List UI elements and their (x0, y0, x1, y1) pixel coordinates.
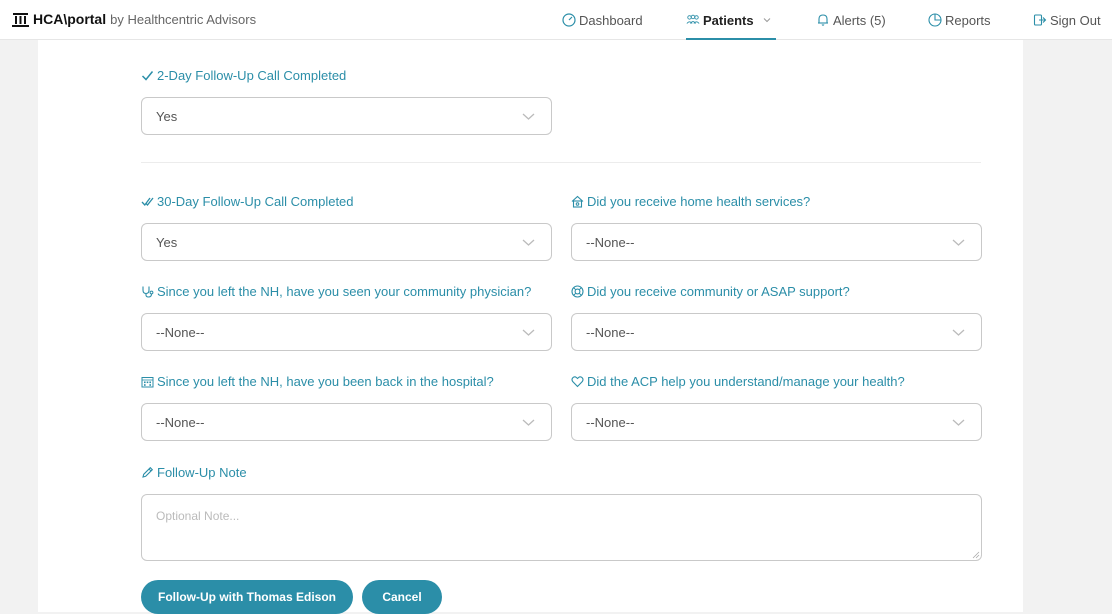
two-day-call-select[interactable]: Yes (141, 97, 552, 135)
home-health-label-text: Did you receive home health services? (587, 194, 811, 209)
thirty-day-call-label-text: 30-Day Follow-Up Call Completed (157, 194, 354, 209)
hospital-label-text: Since you left the NH, have you been bac… (157, 374, 494, 389)
community-support-label: Did you receive community or ASAP suppor… (571, 284, 850, 299)
nav-dashboard-label: Dashboard (579, 12, 643, 28)
thirty-day-call-value: Yes (156, 234, 178, 250)
checkmark-icon (141, 71, 154, 81)
thirty-day-call-select[interactable]: Yes (141, 223, 552, 261)
nav-alerts[interactable]: Alerts (5) (816, 0, 886, 40)
follow-up-note-label-text: Follow-Up Note (157, 465, 247, 480)
community-support-label-text: Did you receive community or ASAP suppor… (587, 284, 850, 299)
home-health-select[interactable]: --None-- (571, 223, 982, 261)
acp-select[interactable]: --None-- (571, 403, 982, 441)
community-support-select[interactable]: --None-- (571, 313, 982, 351)
two-day-call-label: 2-Day Follow-Up Call Completed (141, 68, 346, 83)
building-logo-icon (12, 12, 29, 27)
lifebuoy-icon (571, 285, 584, 298)
acp-label: Did the ACP help you understand/manage y… (571, 374, 905, 389)
double-check-icon (141, 197, 154, 207)
physician-label: Since you left the NH, have you seen you… (141, 284, 531, 299)
hospital-label: Since you left the NH, have you been bac… (141, 374, 494, 389)
chevron-down-icon (522, 329, 535, 336)
chevron-down-icon (763, 18, 770, 23)
nav-dashboard[interactable]: Dashboard (562, 0, 643, 40)
cancel-button[interactable]: Cancel (362, 580, 442, 614)
brand-name: HCA\portal (33, 11, 107, 27)
sign-out-icon (1033, 14, 1047, 26)
nav-sign-out-label: Sign Out (1050, 12, 1101, 28)
nav-reports[interactable]: Reports (928, 0, 991, 40)
physician-label-text: Since you left the NH, have you seen you… (157, 284, 532, 299)
home-icon (571, 195, 584, 208)
hospital-icon (141, 377, 154, 388)
brand-tagline: by Healthcentric Advisors (110, 11, 257, 27)
follow-up-note-textarea[interactable] (141, 494, 982, 561)
bell-icon (818, 14, 828, 26)
chevron-down-icon (522, 113, 535, 120)
chevron-down-icon (952, 419, 965, 426)
patients-group-icon (686, 14, 700, 24)
section-divider (141, 162, 981, 163)
top-navbar: HCA\portal by Healthcentric Advisors Das… (0, 0, 1112, 40)
home-health-value: --None-- (586, 234, 635, 250)
hospital-value: --None-- (156, 414, 205, 430)
follow-up-note-label: Follow-Up Note (141, 465, 247, 480)
follow-up-submit-button[interactable]: Follow-Up with Thomas Edison (141, 580, 353, 614)
pencil-icon (142, 466, 154, 478)
home-health-label: Did you receive home health services? (571, 194, 810, 209)
thirty-day-call-label: 30-Day Follow-Up Call Completed (141, 194, 354, 209)
nav-patients-label: Patients (703, 12, 754, 28)
follow-up-form-panel: 2-Day Follow-Up Call Completed Yes 30-Da… (38, 40, 1023, 614)
two-day-call-value: Yes (156, 108, 178, 124)
nav-reports-label: Reports (945, 12, 991, 28)
pie-chart-icon (928, 13, 942, 27)
chevron-down-icon (952, 329, 965, 336)
nav-sign-out[interactable]: Sign Out (1033, 0, 1101, 40)
acp-label-text: Did the ACP help you understand/manage y… (587, 374, 905, 389)
chevron-down-icon (952, 239, 965, 246)
resize-grip-icon[interactable] (972, 551, 980, 559)
dashboard-gauge-icon (562, 13, 576, 27)
acp-value: --None-- (586, 414, 635, 430)
chevron-down-icon (522, 239, 535, 246)
nav-alerts-label: Alerts (5) (833, 12, 886, 28)
nav-patients[interactable]: Patients (686, 0, 776, 40)
stethoscope-icon (142, 286, 154, 298)
brand[interactable]: HCA\portal by Healthcentric Advisors (12, 11, 256, 27)
two-day-call-label-text: 2-Day Follow-Up Call Completed (157, 68, 347, 83)
hospital-select[interactable]: --None-- (141, 403, 552, 441)
chevron-down-icon (522, 419, 535, 426)
physician-select[interactable]: --None-- (141, 313, 552, 351)
physician-value: --None-- (156, 324, 205, 340)
heart-icon (571, 376, 584, 388)
community-support-value: --None-- (586, 324, 635, 340)
